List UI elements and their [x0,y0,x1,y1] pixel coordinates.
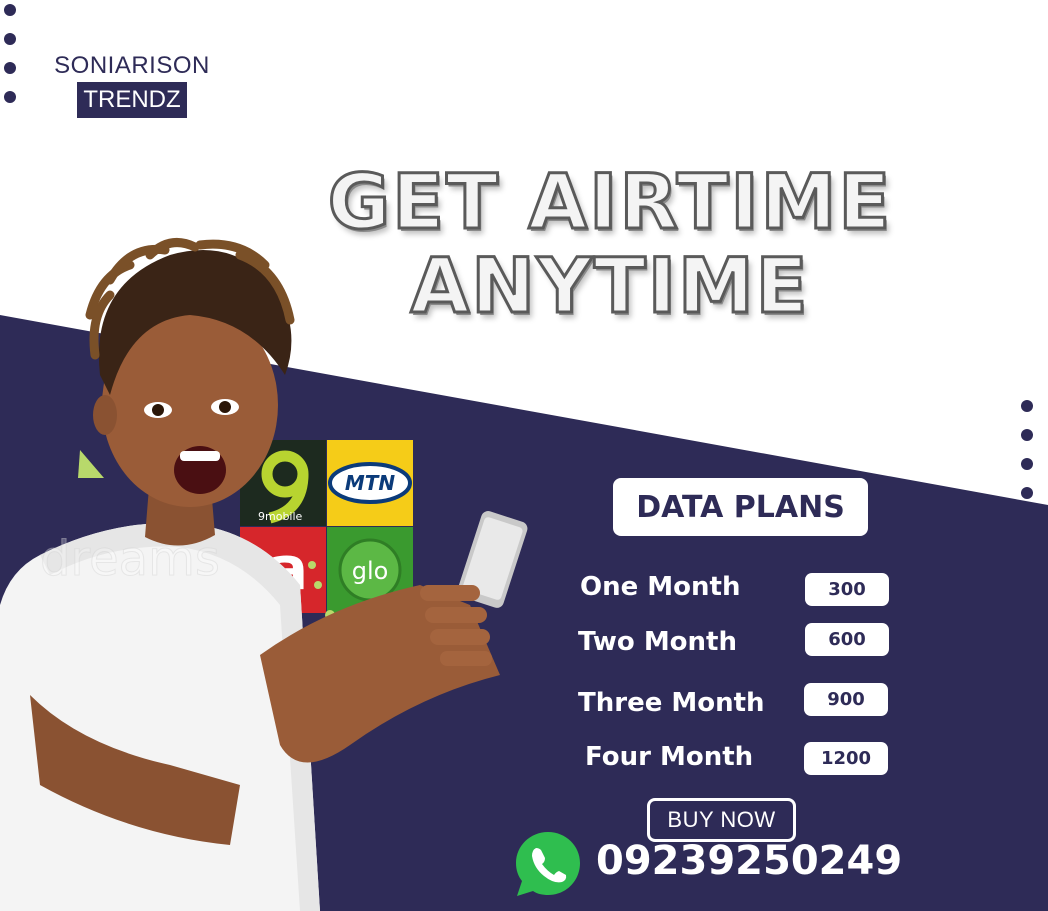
plan-label-four-month: Four Month [585,742,754,772]
brand-name-line1: SONIARISON [54,52,210,79]
plan-price-one-month[interactable]: 300 [805,573,889,606]
brand-logo: SONIARISON TRENDZ [52,52,212,118]
decorative-dots-left [4,4,16,120]
plan-label-one-month: One Month [580,572,741,602]
contact-phone-number[interactable]: 09239250249 [596,838,902,884]
plan-price-four-month[interactable]: 1200 [804,742,888,775]
watermark-text: dreams [40,531,220,587]
whatsapp-icon[interactable] [512,828,584,900]
brand-name-line2: TRENDZ [77,82,187,118]
data-plans-title: DATA PLANS [613,478,868,536]
decorative-dots-right [1021,400,1033,516]
woman-with-phone-photo: dreams [0,238,528,911]
plan-label-three-month: Three Month [578,688,765,718]
plan-label-two-month: Two Month [578,627,737,657]
buy-now-button[interactable]: BUY NOW [647,798,796,842]
plan-price-two-month[interactable]: 600 [805,623,889,656]
plan-price-three-month[interactable]: 900 [804,683,888,716]
